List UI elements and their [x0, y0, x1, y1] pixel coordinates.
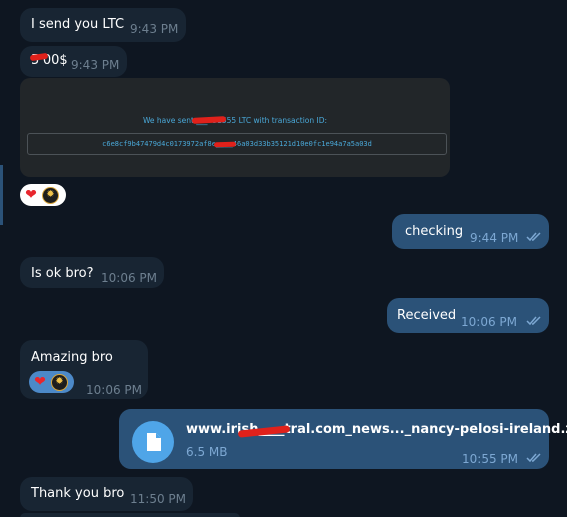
message-time: 10:06 PM	[101, 271, 157, 285]
message-text: I send you LTC	[31, 17, 125, 32]
double-check-icon	[526, 316, 541, 326]
heart-reaction-icon[interactable]: ❤	[32, 374, 48, 390]
heart-reaction-icon[interactable]: ❤	[23, 187, 39, 203]
double-check-icon	[526, 453, 541, 463]
message-time: 11:50 PM	[130, 492, 186, 506]
message-incoming[interactable]: Thank you bro 11:50 PM	[20, 477, 193, 511]
message-text: Thank you bro	[31, 486, 125, 501]
message-incoming-partial[interactable]	[20, 513, 240, 517]
message-incoming[interactable]: Is ok bro? 10:06 PM	[20, 257, 164, 288]
file-size: 6.5 MB	[186, 445, 228, 459]
avatar-reaction-icon[interactable]: ✹	[51, 373, 68, 391]
message-text: Amazing bro	[31, 350, 113, 365]
transaction-screenshot[interactable]: We have sent ___751555 LTC with transact…	[20, 78, 450, 177]
file-icon[interactable]	[132, 421, 174, 463]
message-text: Received	[397, 308, 457, 323]
transaction-id-field: c6e8cf9b47479d4c0173972af8e____46a03d33b…	[27, 133, 447, 155]
message-time: 10:06 PM	[461, 315, 517, 329]
message-time: 10:55 PM	[462, 452, 518, 466]
transaction-text: We have sent ___751555 LTC with transact…	[142, 116, 328, 125]
message-outgoing[interactable]: Received 10:06 PM	[387, 298, 549, 333]
message-incoming[interactable]: 5'00$ 9:43 PM	[20, 46, 127, 77]
message-time: 9:43 PM	[130, 22, 179, 36]
message-text: checking	[405, 224, 464, 239]
message-reactions[interactable]: ❤ ✹	[29, 371, 74, 393]
avatar-reaction-icon[interactable]: ✹	[42, 186, 59, 204]
double-check-icon	[526, 232, 541, 242]
message-reactions[interactable]: ❤ ✹	[20, 184, 66, 206]
message-time: 9:44 PM	[470, 231, 519, 245]
message-time: 10:06 PM	[86, 383, 142, 397]
message-text: Is ok bro?	[31, 266, 94, 281]
message-incoming[interactable]: Amazing bro ❤ ✹ 10:06 PM	[20, 340, 148, 399]
redaction-mark	[213, 141, 237, 148]
message-outgoing[interactable]: checking 9:44 PM	[392, 214, 549, 249]
message-incoming[interactable]: I send you LTC 9:43 PM	[20, 8, 186, 42]
message-time: 9:43 PM	[71, 58, 120, 72]
chat-scroll-indicator	[0, 165, 3, 225]
